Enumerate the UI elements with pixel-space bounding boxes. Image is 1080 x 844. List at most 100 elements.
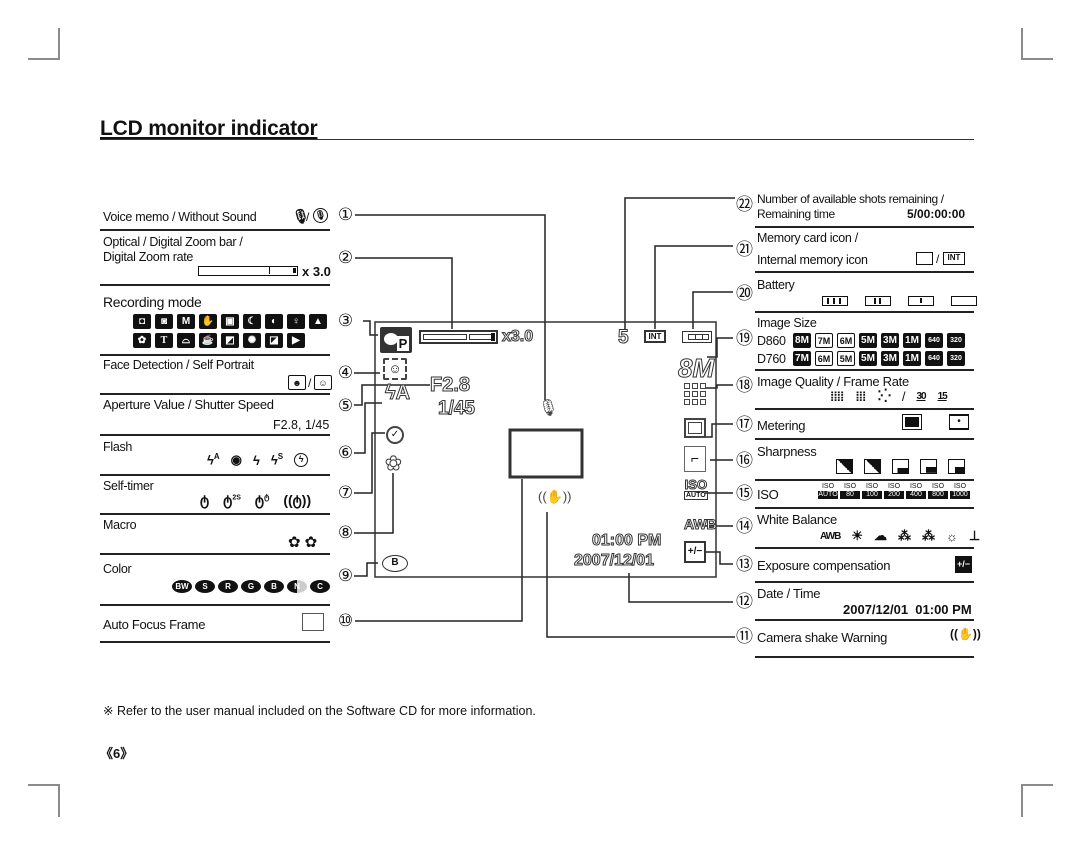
connector-18	[705, 384, 733, 389]
landscape-icon: ▲	[309, 314, 327, 329]
iso-1000-icon: ISO 1000	[950, 483, 970, 499]
lcd-frame	[374, 321, 717, 578]
lcd-battery-icon	[682, 331, 712, 343]
divider	[100, 604, 330, 606]
quality-icons: ⁞⁞⁞⁞ ⁞⁞⁞ ⁚⁛ / 30 15	[830, 388, 948, 404]
movie-icon: ▶	[287, 333, 305, 348]
size-icon: 3M	[881, 333, 899, 348]
text-mode-icon: T	[155, 333, 173, 348]
lcd-quality-icon	[684, 383, 706, 405]
callout-3: ③	[336, 311, 354, 330]
lcd-date: 2007/12/01	[573, 552, 655, 570]
callout-2: ②	[336, 248, 354, 267]
camera-shake-label: Camera shake Warning	[757, 630, 888, 645]
close-up-icon: ✿	[133, 333, 151, 348]
connector-17	[703, 423, 733, 438]
flash-off-icon: ϟ	[294, 453, 309, 467]
callout-10: ⑩	[336, 611, 354, 630]
lcd-memory-text: INT	[648, 332, 662, 341]
callout-12: ⑫	[735, 592, 753, 611]
divider	[100, 513, 330, 515]
lcd-shutter-speed: 1/45	[438, 398, 476, 420]
af-frame-label: Auto Focus Frame	[103, 617, 206, 632]
date-time-label: Date / Time	[757, 586, 821, 601]
connector-20	[692, 291, 733, 329]
dual-is-icon: ✋	[199, 314, 217, 329]
timer-double-icon: ტტ	[254, 492, 270, 508]
sharpness-label: Sharpness	[757, 444, 817, 459]
page-number: 《6》	[100, 746, 134, 761]
date-time-value: 2007/12/01 01:00 PM	[843, 602, 972, 617]
lcd-color-icon: B	[382, 555, 408, 572]
lcd-af-frame	[508, 428, 584, 479]
zoom-bar-label-1: Optical / Digital Zoom bar /	[103, 235, 243, 249]
color-negative-icon: N	[287, 580, 307, 593]
divider	[100, 229, 330, 231]
lcd-metering-icon	[684, 418, 706, 438]
connector-2	[355, 257, 453, 329]
memory-label-1: Memory card icon /	[757, 231, 858, 245]
macro-label: Macro	[103, 518, 137, 532]
food-icon: ⌓	[177, 333, 195, 348]
callout-8: ⑧	[336, 523, 354, 542]
lcd-self-timer-icon: ✓	[386, 426, 404, 444]
metering-label: Metering	[757, 418, 806, 433]
color-blue-icon: B	[264, 580, 284, 593]
divider	[755, 619, 974, 621]
sharpness-soft-icon	[864, 459, 881, 474]
callout-15: ⑮	[735, 484, 753, 503]
wb-fluorescent-h-icon: ⁂	[898, 528, 911, 543]
recording-mode-label: Recording mode	[103, 294, 202, 310]
size-icon: 320	[947, 351, 965, 366]
size-icon: 6M	[815, 351, 833, 366]
connector-10	[355, 479, 523, 622]
battery-empty-icon	[951, 296, 977, 306]
divider	[755, 479, 974, 481]
crop-mark-bl-v	[58, 784, 60, 817]
divider	[755, 369, 974, 371]
divider	[755, 271, 974, 273]
flash-label: Flash	[103, 440, 133, 454]
iso-80-icon: ISO 80	[840, 483, 860, 499]
voice-memo-separator: /	[306, 210, 310, 224]
callout-20: ⑳	[735, 284, 753, 303]
callout-5: ⑤	[336, 396, 354, 415]
lcd-mode-letter: P	[397, 336, 409, 351]
auto-mode-icon: ◘	[133, 314, 151, 329]
lcd-aperture: F2.8	[429, 374, 471, 397]
zoom-rate-value: x 3.0	[302, 264, 331, 279]
lcd-exposure-icon: +/−	[684, 541, 706, 563]
aperture-shutter-label: Aperture Value / Shutter Speed	[103, 397, 274, 412]
face-detection-icon: ☻	[288, 375, 306, 390]
callout-14: ⑭	[735, 517, 753, 536]
memory-card-icon	[916, 252, 933, 265]
callout-17: ⑰	[735, 415, 753, 434]
exposure-comp-icon: +/−	[955, 556, 972, 573]
iso-auto-icon: ISO AUTO	[818, 483, 838, 499]
lcd-color-letter: B	[391, 557, 399, 568]
recording-mode-icons-row2: ✿ T ⌓ ☕ ◩ ✺ ◪ ▶	[133, 333, 305, 348]
connector-3	[363, 320, 378, 336]
divider	[755, 547, 974, 549]
callout-16: ⑯	[735, 451, 753, 470]
self-timer-label: Self-timer	[103, 479, 154, 493]
lcd-iso-auto: AUTO	[684, 491, 708, 500]
callout-19: ⑲	[735, 329, 753, 348]
connector-22	[624, 197, 735, 329]
wb-tungsten-icon: ☼	[946, 528, 958, 544]
frame-rate-15-icon: 15	[937, 390, 948, 402]
super-fine-icon: ⁞⁞⁞⁞	[830, 388, 844, 404]
crop-mark-tr-h	[1021, 58, 1053, 60]
lcd-time: 01:00 PM	[591, 532, 662, 550]
page-title: LCD monitor indicator	[100, 117, 318, 140]
connector-12	[628, 573, 733, 603]
wb-cloudy-icon: ☁	[874, 528, 887, 543]
size-icon: 1M	[903, 333, 921, 348]
crop-mark-tl-v	[58, 28, 60, 60]
memory-label-2: Internal memory icon	[757, 253, 868, 267]
aperture-shutter-value: F2.8, 1/45	[273, 418, 330, 432]
wb-daylight-icon: ☀	[851, 528, 863, 543]
divider	[755, 581, 974, 583]
internal-memory-text: INT	[947, 253, 961, 262]
exposure-label: Exposure compensation	[757, 558, 891, 573]
